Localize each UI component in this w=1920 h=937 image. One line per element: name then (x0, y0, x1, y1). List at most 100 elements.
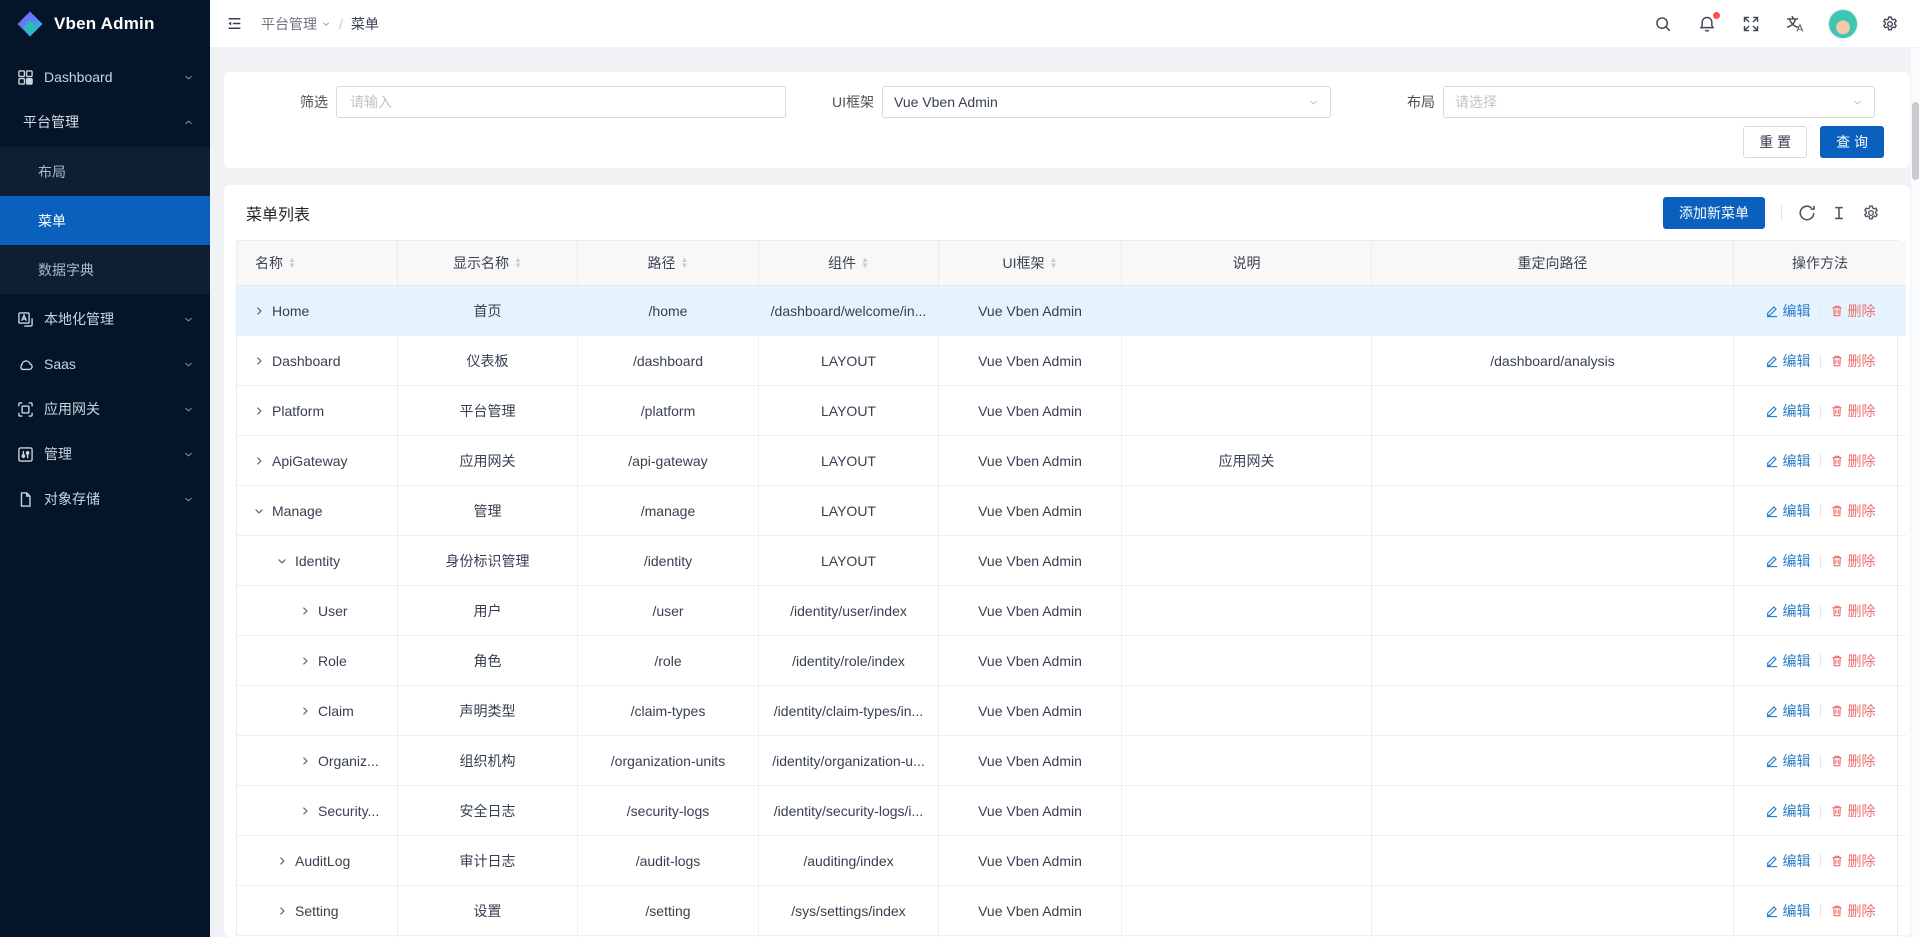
sidebar-item-gateway[interactable]: 应用网关 (0, 389, 210, 429)
delete-button[interactable]: 删除 (1830, 351, 1876, 371)
delete-button[interactable]: 删除 (1830, 401, 1876, 421)
delete-button[interactable]: 删除 (1830, 451, 1876, 471)
edit-button[interactable]: 编辑 (1765, 351, 1811, 371)
sort-icon[interactable]: ▲▼ (288, 257, 296, 269)
refresh-icon[interactable] (1798, 204, 1816, 222)
edit-button[interactable]: 编辑 (1765, 751, 1811, 771)
table-row[interactable]: Claim声明类型/claim-types/identity/claim-typ… (237, 686, 1906, 736)
app-title: Vben Admin (54, 14, 155, 34)
table-row[interactable]: Setting设置/setting/sys/settings/indexVue … (237, 886, 1906, 936)
sort-icon[interactable]: ▲▼ (681, 257, 689, 269)
component-cell: LAYOUT (759, 536, 939, 586)
delete-button[interactable]: 删除 (1830, 651, 1876, 671)
delete-button[interactable]: 删除 (1830, 751, 1876, 771)
edit-button[interactable]: 编辑 (1765, 851, 1811, 871)
row-expand-toggle[interactable] (276, 855, 288, 867)
scrollbar-thumb[interactable] (1912, 102, 1919, 180)
delete-button[interactable]: 删除 (1830, 851, 1876, 871)
user-avatar[interactable] (1828, 9, 1858, 39)
column-height-icon[interactable] (1830, 204, 1848, 222)
row-expand-toggle[interactable] (276, 905, 288, 917)
table-row[interactable]: ApiGateway应用网关/api-gatewayLAYOUTVue Vben… (237, 436, 1906, 486)
reset-button[interactable]: 重 置 (1743, 126, 1807, 158)
table-row[interactable]: Identity身份标识管理/identityLAYOUTVue Vben Ad… (237, 536, 1906, 586)
edit-button[interactable]: 编辑 (1765, 451, 1811, 471)
edit-button[interactable]: 编辑 (1765, 401, 1811, 421)
delete-button[interactable]: 删除 (1830, 601, 1876, 621)
delete-button[interactable]: 删除 (1830, 701, 1876, 721)
edit-button[interactable]: 编辑 (1765, 801, 1811, 821)
sidebar-item-dashboard[interactable]: Dashboard (0, 57, 210, 97)
fullscreen-icon[interactable] (1739, 12, 1763, 36)
sort-icon[interactable]: ▲▼ (1050, 257, 1058, 269)
edit-button[interactable]: 编辑 (1765, 301, 1811, 321)
column-header[interactable]: UI框架▲▼ (939, 241, 1122, 286)
row-expand-toggle[interactable] (253, 305, 265, 317)
table-row[interactable]: User用户/user/identity/user/indexVue Vben … (237, 586, 1906, 636)
sidebar-item-platform[interactable]: 平台管理 (0, 102, 210, 142)
row-expand-toggle[interactable] (253, 505, 265, 517)
sidebar-item-layout[interactable]: 布局 (0, 147, 210, 196)
delete-button[interactable]: 删除 (1830, 901, 1876, 921)
edit-button[interactable]: 编辑 (1765, 501, 1811, 521)
row-expand-toggle[interactable] (253, 355, 265, 367)
row-expand-toggle[interactable] (253, 405, 265, 417)
row-expand-toggle[interactable] (253, 455, 265, 467)
sidebar-item-storage[interactable]: 对象存储 (0, 479, 210, 519)
framework-select[interactable]: Vue Vben Admin (882, 86, 1331, 118)
framework-cell: Vue Vben Admin (939, 336, 1122, 386)
row-expand-toggle[interactable] (276, 555, 288, 567)
breadcrumb-parent[interactable]: 平台管理 (261, 14, 331, 34)
filter-input[interactable] (336, 86, 786, 118)
add-menu-button[interactable]: 添加新菜单 (1663, 197, 1765, 229)
page-scrollbar[interactable] (1910, 48, 1920, 937)
translate-icon[interactable]: 文A (1783, 11, 1808, 36)
table-row[interactable]: Home首页/home/dashboard/welcome/in...Vue V… (237, 286, 1906, 336)
description-cell (1122, 486, 1372, 536)
table-row[interactable]: AuditLog审计日志/audit-logs/auditing/indexVu… (237, 836, 1906, 886)
table-row[interactable]: Role角色/role/identity/role/indexVue Vben … (237, 636, 1906, 686)
app-logo[interactable]: Vben Admin (0, 0, 210, 48)
column-header[interactable]: 组件▲▼ (759, 241, 939, 286)
sidebar-item-dict[interactable]: 数据字典 (0, 245, 210, 294)
filter-label: 筛选 (300, 92, 328, 112)
notification-bell-icon[interactable] (1695, 12, 1719, 36)
settings-gear-icon[interactable] (1878, 12, 1902, 36)
sidebar-item-menu[interactable]: 菜单 (0, 196, 210, 245)
edit-button[interactable]: 编辑 (1765, 601, 1811, 621)
column-header[interactable]: 路径▲▼ (578, 241, 759, 286)
table-settings-icon[interactable] (1862, 204, 1880, 222)
row-expand-toggle[interactable] (299, 755, 311, 767)
row-expand-toggle[interactable] (299, 655, 311, 667)
table-row[interactable]: Dashboard仪表板/dashboardLAYOUTVue Vben Adm… (237, 336, 1906, 386)
delete-button[interactable]: 删除 (1830, 501, 1876, 521)
edit-button[interactable]: 编辑 (1765, 551, 1811, 571)
sidebar-item-localization[interactable]: 本地化管理 (0, 299, 210, 339)
column-header[interactable]: 显示名称▲▼ (398, 241, 578, 286)
row-expand-toggle[interactable] (299, 705, 311, 717)
sidebar-item-saas[interactable]: Saas (0, 344, 210, 384)
delete-button[interactable]: 删除 (1830, 551, 1876, 571)
sort-icon[interactable]: ▲▼ (514, 257, 522, 269)
table-row[interactable]: Organiz...组织机构/organization-units/identi… (237, 736, 1906, 786)
filter-input-field[interactable] (348, 93, 774, 111)
row-expand-toggle[interactable] (299, 605, 311, 617)
edit-button[interactable]: 编辑 (1765, 651, 1811, 671)
description-cell (1122, 386, 1372, 436)
delete-button[interactable]: 删除 (1830, 301, 1876, 321)
table-row[interactable]: Platform平台管理/platformLAYOUTVue Vben Admi… (237, 386, 1906, 436)
column-header[interactable]: 名称▲▼ (237, 241, 398, 286)
table-row[interactable]: Manage管理/manageLAYOUTVue Vben Admin编辑删除 (237, 486, 1906, 536)
layout-select[interactable]: 请选择 (1443, 86, 1875, 118)
delete-button[interactable]: 删除 (1830, 801, 1876, 821)
sidebar-item-manage[interactable]: 管理 (0, 434, 210, 474)
sidebar-collapse-icon[interactable] (222, 11, 247, 36)
search-button[interactable]: 查 询 (1820, 126, 1884, 158)
edit-button[interactable]: 编辑 (1765, 901, 1811, 921)
chevron-down-icon (183, 72, 194, 83)
search-icon[interactable] (1651, 12, 1675, 36)
table-row[interactable]: Security...安全日志/security-logs/identity/s… (237, 786, 1906, 836)
edit-button[interactable]: 编辑 (1765, 701, 1811, 721)
sort-icon[interactable]: ▲▼ (861, 257, 869, 269)
row-expand-toggle[interactable] (299, 805, 311, 817)
